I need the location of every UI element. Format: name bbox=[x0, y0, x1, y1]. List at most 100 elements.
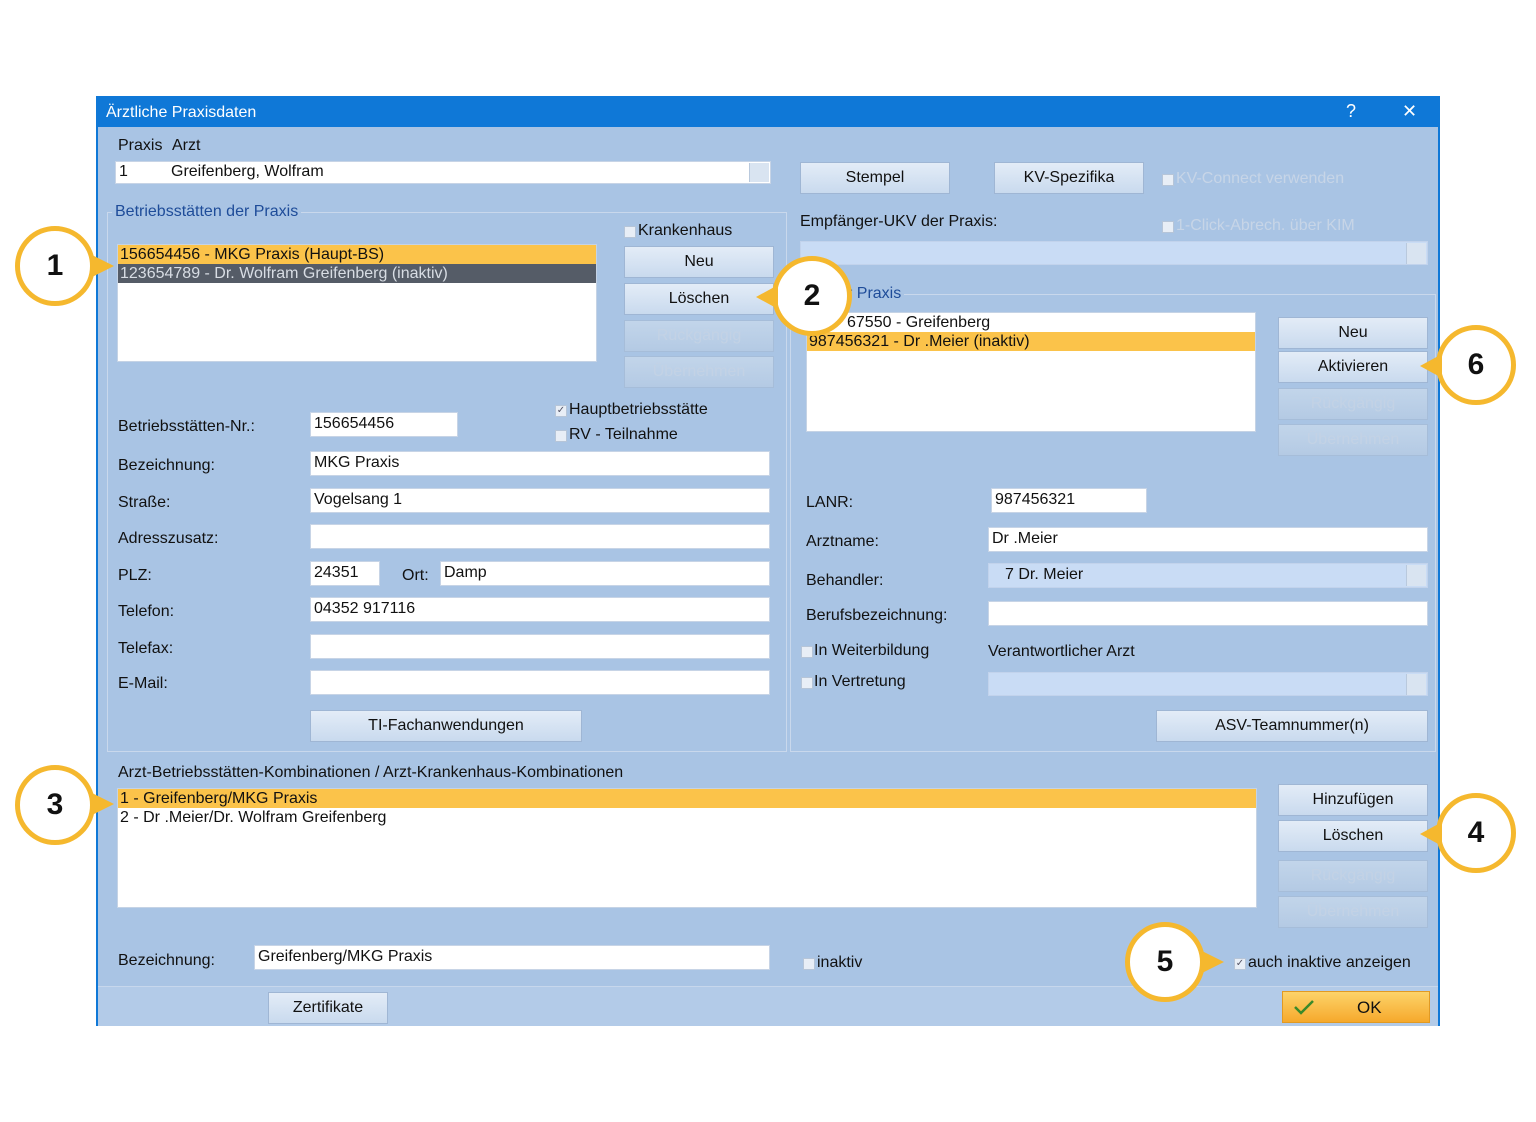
praxis-nr: 1 bbox=[119, 163, 128, 180]
bs-list: 156654456 - MKG Praxis (Haupt-BS) 123654… bbox=[117, 244, 597, 362]
empfaenger-select[interactable] bbox=[800, 241, 1428, 265]
arzt-label: Arzt bbox=[172, 137, 201, 154]
rv-teilnahme-checkbox[interactable] bbox=[555, 430, 567, 442]
arzt-rueckgaengig-button[interactable]: Rückgängig bbox=[1278, 388, 1428, 420]
auch-inaktiv-checkbox[interactable]: ✓ bbox=[1234, 958, 1246, 970]
list-item[interactable]: 2 - Dr .Meier/Dr. Wolfram Greifenberg bbox=[118, 808, 1256, 827]
email-label: E-Mail: bbox=[118, 675, 168, 692]
telefax-input[interactable] bbox=[310, 634, 770, 659]
behandler-select[interactable]: 7 Dr. Meier bbox=[988, 563, 1428, 588]
praxis-name: Greifenberg, Wolfram bbox=[171, 163, 324, 180]
title-bar: Ärztliche Praxisdaten ? ✕ bbox=[98, 98, 1438, 127]
aktivieren-button[interactable]: Aktivieren bbox=[1278, 351, 1428, 383]
strasse-label: Straße: bbox=[118, 494, 171, 511]
praxis-label: Praxis bbox=[118, 137, 163, 154]
adresszusatz-label: Adresszusatz: bbox=[118, 530, 219, 547]
auch-inaktiv-label: auch inaktive anzeigen bbox=[1248, 954, 1411, 971]
list-item[interactable]: 67550 - Greifenberg bbox=[807, 313, 1255, 332]
lanr-label: LANR: bbox=[806, 494, 854, 511]
telefon-input[interactable]: 04352 917116 bbox=[310, 597, 770, 622]
zertifikate-button[interactable]: Zertifikate bbox=[268, 992, 388, 1024]
hinzufuegen-button[interactable]: Hinzufügen bbox=[1278, 784, 1428, 816]
callout-pointer-icon bbox=[1200, 950, 1224, 974]
arzt-neu-button[interactable]: Neu bbox=[1278, 317, 1428, 349]
list-item[interactable]: 1 - Greifenberg/MKG Praxis bbox=[118, 789, 1256, 808]
dropdown-arrow-icon[interactable] bbox=[749, 163, 769, 182]
bs-uebernehmen-button[interactable]: Übernehmen bbox=[624, 356, 774, 388]
arztname-input[interactable]: Dr .Meier bbox=[988, 527, 1428, 552]
kombi-title: Arzt-Betriebsstätten-Kombinationen / Arz… bbox=[118, 764, 624, 781]
bs-nr-input[interactable]: 156654456 bbox=[310, 412, 458, 437]
verantwortlicher-arzt-label: Verantwortlicher Arzt bbox=[988, 643, 1135, 660]
kombi-loeschen-button[interactable]: Löschen bbox=[1278, 820, 1428, 852]
callout-4: 4 bbox=[1436, 793, 1516, 873]
close-button[interactable]: ✕ bbox=[1402, 101, 1417, 122]
dropdown-arrow-icon[interactable] bbox=[1406, 674, 1426, 695]
ok-button[interactable]: OK bbox=[1282, 991, 1430, 1023]
list-item[interactable]: 123654789 - Dr. Wolfram Greifenberg (ina… bbox=[118, 264, 596, 283]
weiterbildung-label: In Weiterbildung bbox=[814, 642, 930, 659]
dropdown-arrow-icon[interactable] bbox=[1406, 243, 1426, 264]
kombi-uebernehmen-button[interactable]: Übernehmen bbox=[1278, 896, 1428, 928]
asv-teamnummer-button[interactable]: ASV-Teamnummer(n) bbox=[1156, 710, 1428, 742]
bezeichnung-label: Bezeichnung: bbox=[118, 457, 215, 474]
behandler-value: 7 Dr. Meier bbox=[1005, 566, 1084, 583]
bs-nr-label: Betriebsstätten-Nr.: bbox=[118, 418, 255, 435]
lanr-input[interactable]: 987456321 bbox=[991, 488, 1147, 513]
callout-3: 3 bbox=[15, 765, 95, 845]
inaktiv-label: inaktiv bbox=[817, 954, 863, 971]
berufsbezeichnung-input[interactable] bbox=[988, 601, 1428, 626]
aerzte-list: 67550 - Greifenberg 987456321 - Dr .Meie… bbox=[806, 312, 1256, 432]
rv-teilnahme-label: RV - Teilnahme bbox=[569, 426, 678, 443]
callout-pointer-icon bbox=[90, 254, 114, 278]
verantwortlicher-arzt-select[interactable] bbox=[988, 672, 1428, 696]
krankenhaus-checkbox[interactable] bbox=[624, 226, 636, 238]
list-item[interactable]: 987456321 - Dr .Meier (inaktiv) bbox=[807, 332, 1255, 351]
arzt-uebernehmen-button[interactable]: Übernehmen bbox=[1278, 424, 1428, 456]
kombi-rueckgaengig-button[interactable]: Rückgängig bbox=[1278, 860, 1428, 892]
callout-pointer-icon bbox=[1420, 822, 1442, 846]
kombi-bezeichnung-input[interactable]: Greifenberg/MKG Praxis bbox=[254, 945, 770, 970]
plz-input[interactable]: 24351 bbox=[310, 561, 380, 586]
krankenhaus-label: Krankenhaus bbox=[638, 222, 733, 239]
callout-2: 2 bbox=[772, 256, 852, 336]
vertretung-checkbox[interactable] bbox=[801, 677, 813, 689]
window-title: Ärztliche Praxisdaten bbox=[106, 104, 257, 121]
bs-group-title: Betriebsstätten der Praxis bbox=[112, 203, 302, 221]
bs-loeschen-button[interactable]: Löschen bbox=[624, 283, 774, 315]
checkmark-icon bbox=[1294, 1000, 1314, 1015]
strasse-input[interactable]: Vogelsang 1 bbox=[310, 488, 770, 513]
list-item[interactable]: 156654456 - MKG Praxis (Haupt-BS) bbox=[118, 245, 596, 264]
callout-pointer-icon bbox=[90, 792, 114, 816]
dialog-window: Ärztliche Praxisdaten ? ✕ Praxis Arzt 1 … bbox=[96, 96, 1440, 1026]
bs-neu-button[interactable]: Neu bbox=[624, 246, 774, 278]
kv-connect-label: KV-Connect verwenden bbox=[1176, 170, 1345, 187]
bs-rueckgaengig-button[interactable]: Rückgängig bbox=[624, 320, 774, 352]
telefon-label: Telefon: bbox=[118, 603, 175, 620]
kv-spezifika-button[interactable]: KV-Spezifika bbox=[994, 162, 1144, 194]
inaktiv-checkbox[interactable] bbox=[803, 958, 815, 970]
hauptbetriebsstaette-checkbox[interactable]: ✓ bbox=[555, 405, 567, 417]
vertretung-label: In Vertretung bbox=[814, 673, 906, 690]
email-input[interactable] bbox=[310, 670, 770, 695]
arztname-label: Arztname: bbox=[806, 533, 879, 550]
ti-fachanwendungen-button[interactable]: TI-Fachanwendungen bbox=[310, 710, 582, 742]
dropdown-arrow-icon[interactable] bbox=[1406, 565, 1426, 586]
ort-label: Ort: bbox=[402, 567, 429, 584]
ok-label: OK bbox=[1357, 998, 1382, 1017]
stempel-button[interactable]: Stempel bbox=[800, 162, 950, 194]
one-click-checkbox[interactable] bbox=[1162, 221, 1174, 233]
plz-label: PLZ: bbox=[118, 567, 152, 584]
kv-connect-checkbox[interactable] bbox=[1162, 174, 1174, 186]
callout-1: 1 bbox=[15, 226, 95, 306]
help-button[interactable]: ? bbox=[1346, 101, 1356, 122]
empfaenger-label: Empfänger-UKV der Praxis: bbox=[800, 213, 998, 230]
kombi-list: 1 - Greifenberg/MKG Praxis 2 - Dr .Meier… bbox=[117, 788, 1257, 908]
bezeichnung-input[interactable]: MKG Praxis bbox=[310, 451, 770, 476]
adresszusatz-input[interactable] bbox=[310, 524, 770, 549]
weiterbildung-checkbox[interactable] bbox=[801, 646, 813, 658]
one-click-label: 1-Click-Abrech. über KIM bbox=[1176, 217, 1355, 234]
ort-input[interactable]: Damp bbox=[440, 561, 770, 586]
praxis-arzt-select[interactable]: 1 Greifenberg, Wolfram bbox=[115, 161, 771, 184]
callout-pointer-icon bbox=[1420, 354, 1442, 378]
